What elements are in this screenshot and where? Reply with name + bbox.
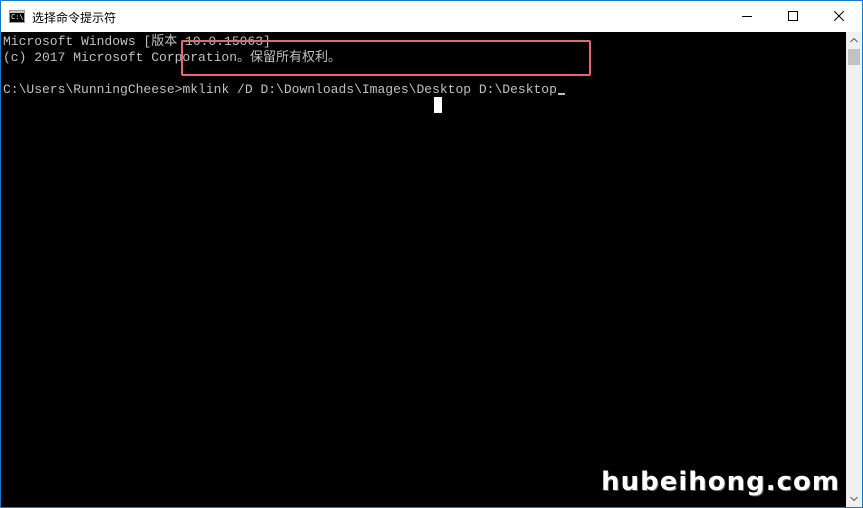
command-prompt-window: C:\ 选择命令提示符 Microsoft Windows [版本 10.0.1… bbox=[0, 0, 863, 508]
command-text[interactable]: mklink /D D:\Downloads\Images\Desktop D:… bbox=[182, 82, 556, 97]
console-output[interactable]: Microsoft Windows [版本 10.0.15063] (c) 20… bbox=[1, 32, 846, 507]
chevron-down-icon bbox=[850, 496, 858, 502]
title-bar[interactable]: C:\ 选择命令提示符 bbox=[1, 1, 862, 32]
close-button[interactable] bbox=[816, 1, 862, 32]
command-highlight-box bbox=[181, 40, 591, 76]
cmd-icon[interactable]: C:\ bbox=[9, 10, 25, 23]
maximize-icon bbox=[788, 11, 798, 21]
watermark: hubeihong.com bbox=[601, 467, 840, 497]
close-icon bbox=[834, 11, 844, 21]
vertical-scrollbar[interactable] bbox=[846, 32, 862, 507]
scroll-thumb[interactable] bbox=[848, 49, 860, 65]
mouse-caret-icon bbox=[434, 97, 442, 113]
scroll-up-button[interactable] bbox=[846, 32, 862, 48]
maximize-button[interactable] bbox=[770, 1, 816, 32]
chevron-up-icon bbox=[850, 37, 858, 43]
minimize-icon bbox=[742, 16, 752, 17]
command-prompt: C:\Users\RunningCheese> bbox=[3, 82, 183, 97]
window-title: 选择命令提示符 bbox=[32, 11, 117, 25]
text-cursor bbox=[557, 93, 565, 95]
scroll-down-button[interactable] bbox=[846, 491, 862, 507]
minimize-button[interactable] bbox=[724, 1, 770, 32]
command-line[interactable]: C:\Users\RunningCheese>mklink /D D:\Down… bbox=[3, 82, 565, 98]
cmd-icon-label: C:\ bbox=[11, 13, 24, 21]
